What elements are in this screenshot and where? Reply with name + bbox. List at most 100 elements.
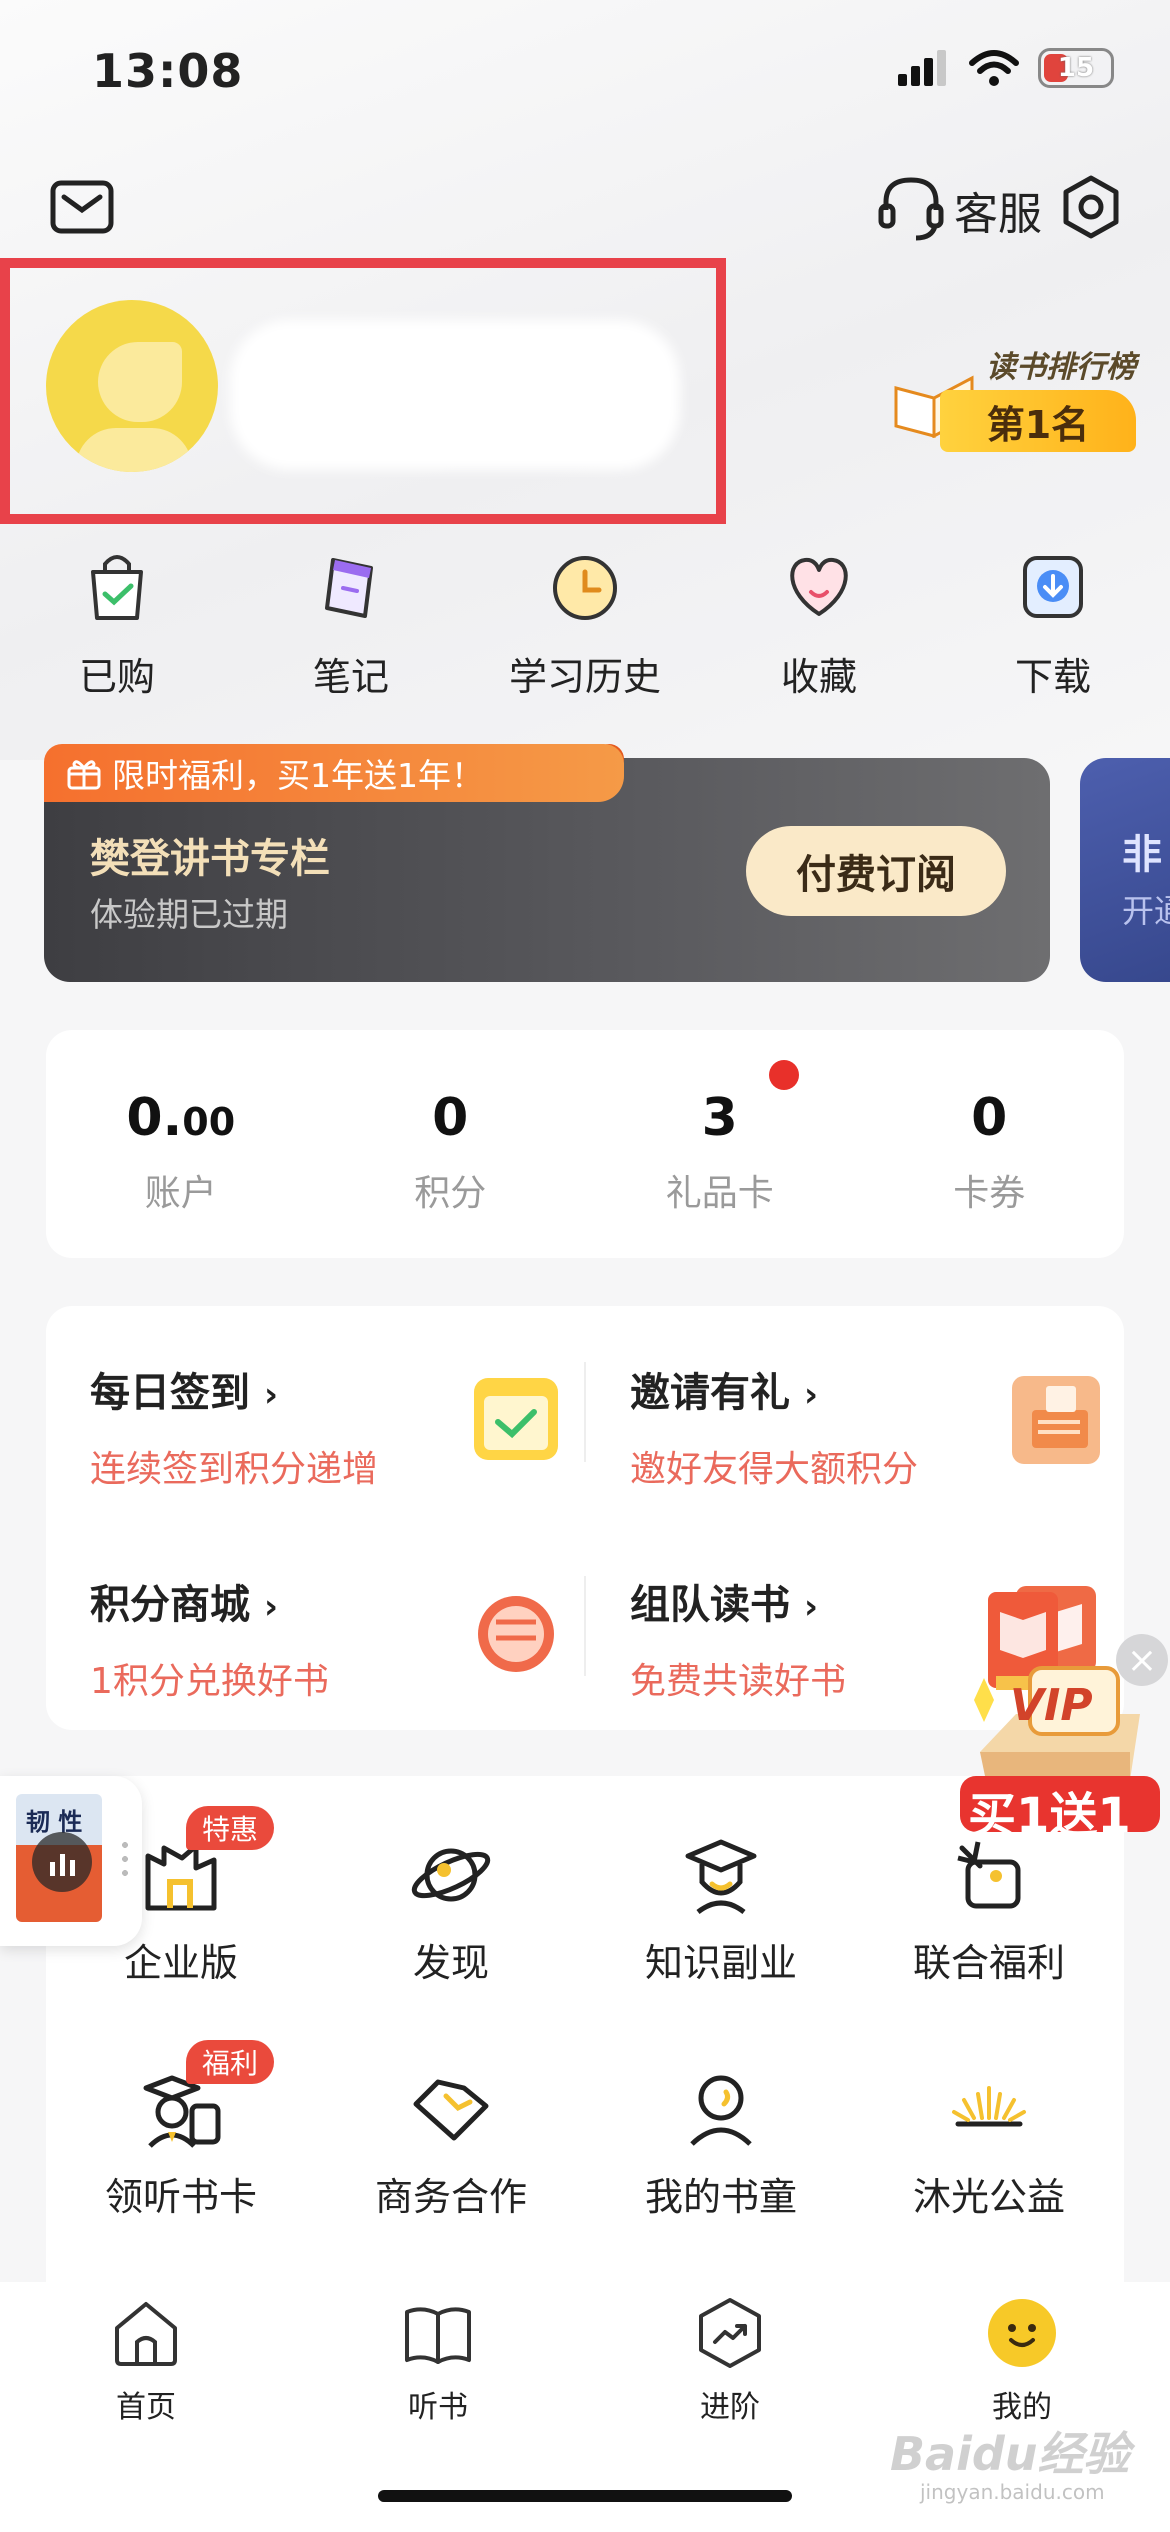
task-title: 邀请有礼 [630,1370,790,1416]
clock-icon [553,556,617,620]
vip-promo-label: VIP [1010,1680,1093,1731]
progress-icon [699,2298,761,2368]
task-daily-checkin[interactable]: 每日签到 › 连续签到积分递增 [90,1360,590,1500]
shopping-bag-icon [91,555,143,620]
planet-icon [411,1848,491,1902]
graduate-icon [685,1839,757,1915]
service-label: 发现 [412,1941,489,1985]
quick-item-notes[interactable]: 笔记 [234,548,468,701]
chevron-right-icon: › [264,1375,279,1415]
gift-icon [67,760,101,790]
headset-icon[interactable] [876,172,946,242]
quick-item-history[interactable]: 学习历史 [468,548,702,701]
task-title: 积分商城 [90,1582,250,1628]
home-indicator[interactable] [378,2490,792,2502]
chevron-right-icon: › [264,1587,279,1627]
gift-register-icon [1012,1376,1100,1464]
tab-label: 首页 [116,2390,176,2425]
service-label: 我的书童 [644,2175,797,2219]
service-my-assistant[interactable]: 我的书童 [586,2066,856,2221]
tab-home[interactable]: 首页 [46,2296,246,2426]
mall-badge-icon [478,1596,554,1672]
wifi-icon [969,50,1019,86]
heart-icon [790,557,848,616]
service-joint-benefits[interactable]: 联合福利 [854,1832,1124,1987]
home-icon [115,2302,177,2366]
stat-coupons[interactable]: 0 卡券 [855,1030,1125,1258]
notebook-icon [325,558,373,618]
service-label: 领听书卡 [104,2175,257,2219]
quick-item-label: 已购 [78,655,155,699]
handshake-icon [413,2079,489,2141]
stat-label: 积分 [414,1173,487,1214]
service-label: 沐光公益 [912,2175,1065,2219]
tab-mine[interactable]: 我的 [922,2296,1122,2426]
service-label: 知识副业 [644,1941,797,1985]
signal-icon [898,50,946,86]
task-title: 每日签到 [90,1370,250,1416]
stat-points[interactable]: 0 积分 [316,1030,586,1258]
audio-playing-icon[interactable] [32,1832,92,1892]
service-label: 商务合作 [374,2175,527,2219]
rank-place: 第1名 [986,402,1090,447]
stat-value-decimal: 00 [182,1100,236,1144]
status-time: 13:08 [92,44,244,98]
close-icon[interactable]: × [1116,1634,1168,1686]
service-label: 联合福利 [912,1941,1065,1985]
smiley-icon [988,2299,1056,2367]
tab-label: 进阶 [700,2390,760,2425]
battery-icon: 15 [1038,48,1114,88]
service-charity[interactable]: 沐光公益 [854,2066,1124,2221]
tab-advance[interactable]: 进阶 [630,2296,830,2426]
quick-item-label: 学习历史 [508,655,661,699]
stats-card: 0.00 账户 0 积分 3 礼品卡 0 卡券 [46,1030,1124,1258]
settings-icon[interactable] [1058,174,1124,240]
reading-rank-badge[interactable]: 读书排行榜 第1名 [880,338,1156,464]
next-vip-card[interactable]: 非 开通 [1080,758,1170,982]
service-listen-card[interactable]: 福利 领听书卡 [46,2040,316,2221]
stat-value: 0. [126,1088,183,1148]
quick-item-label: 收藏 [780,655,857,699]
promo-tag: 限时福利，买1年送1年！ [44,744,624,802]
tab-label: 听书 [408,2390,468,2425]
status-icons: 15 [898,48,1114,88]
book-open-icon [405,2307,471,2364]
service-discover[interactable]: 发现 [316,1832,586,1987]
services-card: 特惠 企业版 发现 知识副业 联合福利 福利 领听书卡 商务合作 我的书童 沐光… [46,1776,1124,2296]
quick-item-favorites[interactable]: 收藏 [702,548,936,701]
task-invite[interactable]: 邀请有礼 › 邀好友得大额积分 [630,1360,1130,1500]
stat-label: 礼品卡 [665,1173,774,1214]
watermark-url: jingyan.baidu.com [920,2480,1105,2504]
quick-item-download[interactable]: 下载 [936,548,1170,701]
stat-gift-card[interactable]: 3 礼品卡 [585,1030,855,1258]
chevron-right-icon: › [804,1375,819,1415]
drag-handle-icon[interactable] [122,1838,128,1878]
stat-label: 卡券 [953,1173,1026,1214]
quick-item-purchased[interactable]: 已购 [0,548,234,701]
floating-player[interactable]: 韧 性 [0,1776,142,1946]
mail-icon[interactable] [50,180,114,234]
vip-promo-text: 买1送1 [968,1788,1131,1844]
person-icon [690,2075,752,2146]
stat-label: 账户 [144,1173,217,1214]
stat-value: 3 [701,1088,738,1148]
vip-subtitle: 体验期已过期 [90,895,288,934]
promo-text: 限时福利，买1年送1年！ [112,756,484,795]
service-business-coop[interactable]: 商务合作 [316,2066,586,2221]
notification-dot [769,1060,799,1090]
tab-listen[interactable]: 听书 [338,2296,538,2426]
service-badge: 福利 [186,2040,275,2084]
battery-level: 15 [1057,53,1095,83]
service-side-business[interactable]: 知识副业 [586,1832,856,1987]
rank-title: 读书排行榜 [986,350,1136,385]
task-points-mall[interactable]: 积分商城 › 1积分兑换好书 [90,1572,590,1712]
calendar-check-icon [474,1378,558,1460]
customer-service-label[interactable]: 客服 [954,178,1042,242]
subscribe-button[interactable]: 付费订阅 [746,826,1006,916]
task-title: 组队读书 [630,1582,790,1628]
book-cover-title: 韧 性 [26,1808,83,1836]
watermark: Baidu经验 [890,2427,1130,2481]
quick-item-label: 笔记 [312,655,389,699]
stat-value: 0 [971,1088,1008,1148]
stat-account[interactable]: 0.00 账户 [46,1030,316,1258]
